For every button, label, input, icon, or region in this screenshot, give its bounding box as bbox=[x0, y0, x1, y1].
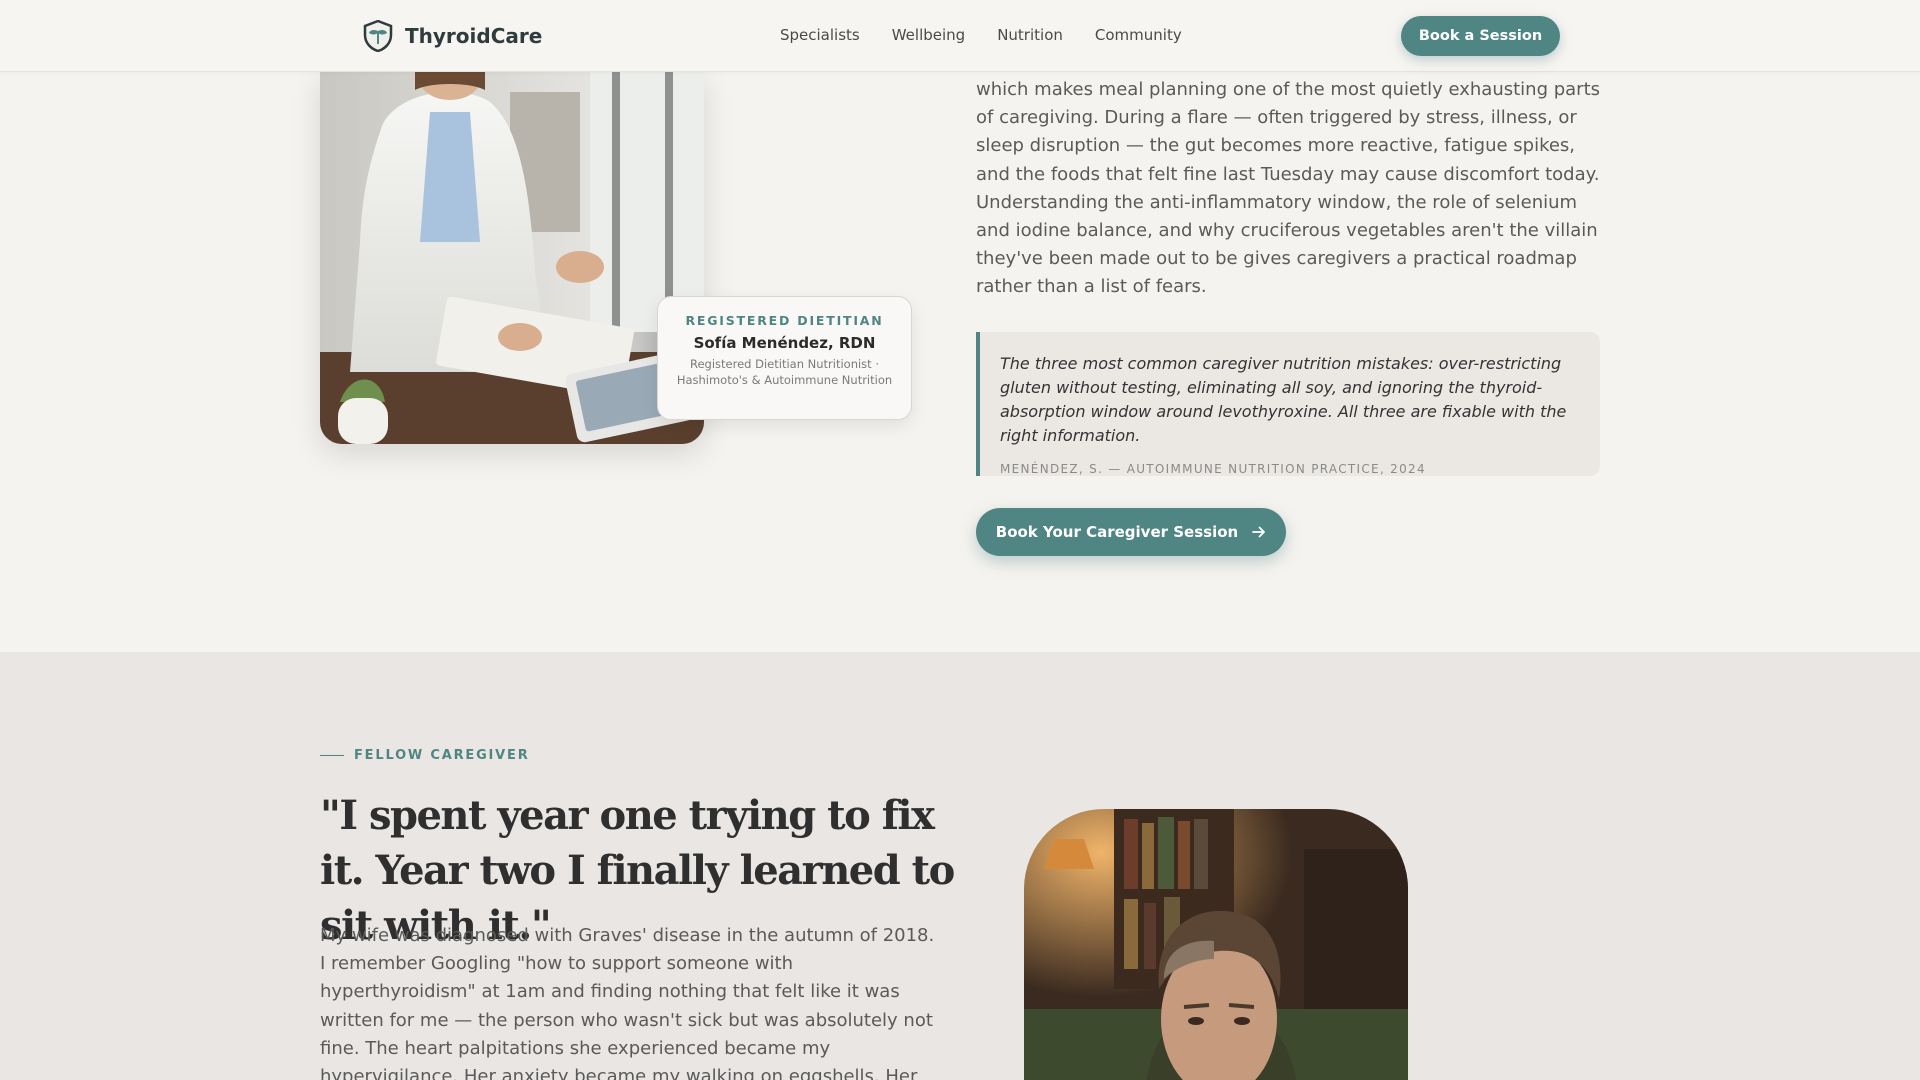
dietitian-eyebrow: REGISTERED DIETITIAN bbox=[685, 313, 884, 328]
caregiver-story-section: FELLOW CAREGIVER "I spent year one tryin… bbox=[0, 652, 1920, 1080]
fellow-caregiver-eyebrow: FELLOW CAREGIVER bbox=[320, 748, 530, 763]
book-caregiver-session-button[interactable]: Book Your Caregiver Session bbox=[976, 508, 1286, 556]
eyebrow-divider bbox=[320, 755, 344, 756]
nav-nutrition[interactable]: Nutrition bbox=[997, 26, 1063, 44]
brand-name: ThyroidCare bbox=[405, 24, 543, 48]
nav-wellbeing[interactable]: Wellbeing bbox=[892, 26, 965, 44]
quote-citation: MENÉNDEZ, S. — AUTOIMMUNE NUTRITION PRAC… bbox=[1000, 462, 1426, 476]
caregiver-cta-label: Book Your Caregiver Session bbox=[995, 523, 1239, 541]
brand[interactable]: ThyroidCare bbox=[363, 20, 542, 52]
expert-quote: The three most common caregiver nutritio… bbox=[976, 332, 1600, 476]
dietitian-description: Registered Dietitian Nutritionist · Hash… bbox=[676, 357, 893, 387]
dietitian-card: REGISTERED DIETITIAN Sofía Menéndez, RDN… bbox=[657, 296, 912, 420]
arrow-right-icon bbox=[1252, 526, 1266, 538]
quote-text: The three most common caregiver nutritio… bbox=[1000, 354, 1567, 445]
nav-specialists[interactable]: Specialists bbox=[780, 26, 860, 44]
caregiver-story: My wife was diagnosed with Graves' disea… bbox=[320, 925, 935, 1080]
dietitian-photo bbox=[320, 72, 704, 444]
article-paragraph: which makes meal planning one of the mos… bbox=[976, 79, 1601, 298]
book-session-button[interactable]: Book a Session bbox=[1401, 16, 1560, 56]
site-header: ThyroidCare Specialists Wellbeing Nutrit… bbox=[0, 0, 1920, 72]
dietitian-name: Sofía Menéndez, RDN bbox=[693, 334, 876, 352]
nav-community[interactable]: Community bbox=[1095, 26, 1182, 44]
eyebrow-label: FELLOW CAREGIVER bbox=[354, 748, 530, 763]
shield-leaf-icon bbox=[363, 20, 393, 52]
nutrition-section: REGISTERED DIETITIAN Sofía Menéndez, RDN… bbox=[0, 72, 1920, 652]
caregiver-photo bbox=[1024, 809, 1408, 1080]
main-nav: Specialists Wellbeing Nutrition Communit… bbox=[780, 26, 1182, 44]
